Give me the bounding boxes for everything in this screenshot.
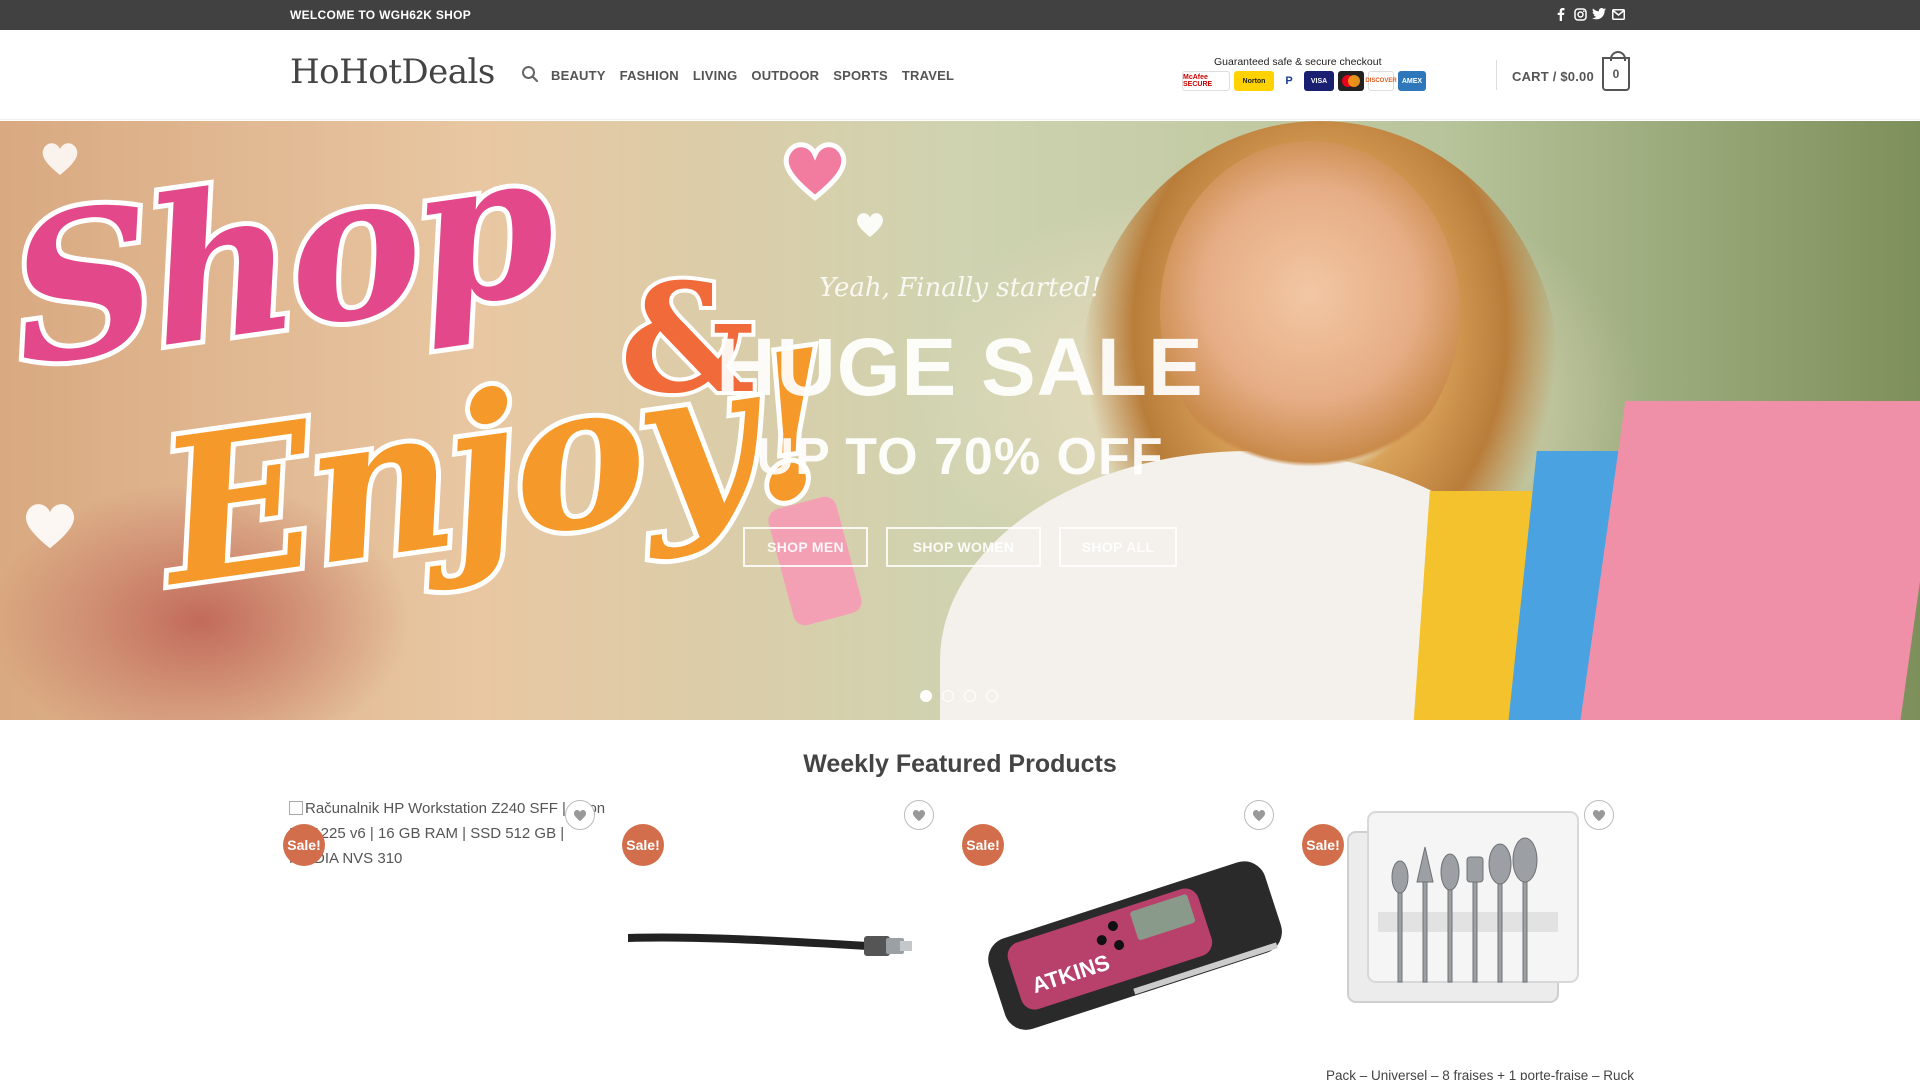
welcome-text: WELCOME TO WGH62K SHOP [290, 8, 472, 22]
mcafee-badge: McAfee SECURE [1182, 71, 1230, 91]
social-links [1554, 6, 1625, 22]
amex-icon: AMEX [1398, 71, 1426, 91]
nav-item-sports[interactable]: SPORTS [833, 68, 888, 83]
site-logo[interactable]: HoHotDeals [290, 52, 495, 92]
email-icon[interactable] [1611, 6, 1625, 22]
hero-slider[interactable]: Shop & Enjoy! Yeah, Finally started! HUG… [0, 121, 1920, 720]
hero-button-group: SHOP MEN SHOP WOMEN SHOP ALL [743, 527, 1177, 567]
mastercard-icon [1338, 71, 1364, 91]
nav-item-outdoor[interactable]: OUTDOOR [751, 68, 819, 83]
shop-women-button[interactable]: SHOP WOMEN [886, 527, 1041, 567]
product-card[interactable]: ATKINS Sale! [962, 790, 1288, 1080]
sale-badge: Sale! [962, 824, 1004, 866]
heart-icon [25, 504, 75, 549]
product-alt-text: Računalnik HP Workstation Z240 SFF | Xeo… [289, 800, 606, 867]
norton-badge: Norton [1234, 71, 1274, 91]
product-image-alt-text[interactable]: Računalnik HP Workstation Z240 SFF | Xeo… [289, 796, 609, 871]
product-image-burr-set[interactable] [1338, 802, 1598, 1012]
hero-tagline: Yeah, Finally started! [819, 273, 1101, 303]
search-icon[interactable] [521, 65, 539, 83]
heart-icon [857, 213, 883, 237]
cart-count-icon[interactable]: 0 [1602, 51, 1630, 91]
product-image-thermometer[interactable]: ATKINS [968, 850, 1288, 1030]
discover-icon: DISCOVER [1365, 71, 1397, 91]
slider-dots [920, 690, 998, 702]
shop-men-button[interactable]: SHOP MEN [743, 527, 868, 567]
hero-title: HUGE SALE [716, 322, 1204, 413]
wishlist-heart-icon[interactable] [1584, 800, 1614, 830]
slider-dot-2[interactable] [942, 690, 954, 702]
nav-item-travel[interactable]: TRAVEL [902, 68, 954, 83]
product-card[interactable]: Sale! [622, 790, 948, 1080]
slider-dot-3[interactable] [964, 690, 976, 702]
product-card[interactable]: Računalnik HP Workstation Z240 SFF | Xeo… [283, 790, 609, 1080]
heart-icon [783, 142, 847, 201]
product-card[interactable]: Sale! Pack – Universel – 8 fraises + 1 p… [1302, 790, 1634, 1080]
visa-icon: VISA [1304, 71, 1334, 91]
main-header: HoHotDeals BEAUTY FASHION LIVING OUTDOOR… [0, 30, 1920, 120]
broken-image-icon [289, 801, 303, 815]
instagram-icon[interactable] [1573, 6, 1587, 22]
product-image-network-cable[interactable] [628, 850, 948, 1010]
slider-dot-4[interactable] [986, 690, 998, 702]
sale-badge: Sale! [283, 824, 325, 866]
payment-badge-row: McAfee SECURE Norton P VISA DISCOVER AME… [1182, 71, 1426, 91]
nav-item-beauty[interactable]: BEAUTY [551, 68, 606, 83]
facebook-icon[interactable] [1554, 6, 1568, 22]
product-name[interactable]: Pack – Universel – 8 fraises + 1 porte-f… [1326, 1068, 1636, 1080]
shop-all-button[interactable]: SHOP ALL [1059, 527, 1177, 567]
paypal-icon: P [1278, 71, 1300, 91]
featured-section-title: Weekly Featured Products [803, 750, 1117, 778]
wishlist-heart-icon[interactable] [565, 800, 595, 830]
secure-checkout-caption: Guaranteed safe & secure checkout [1214, 56, 1382, 68]
sale-badge: Sale! [1302, 824, 1344, 866]
secure-checkout-badges: Guaranteed safe & secure checkout McAfee… [1180, 56, 1426, 96]
hero-subtitle: UP TO 70% OFF [756, 428, 1164, 486]
sale-badge: Sale! [622, 824, 664, 866]
twitter-icon[interactable] [1592, 6, 1606, 22]
top-bar: WELCOME TO WGH62K SHOP [0, 0, 1920, 30]
wishlist-heart-icon[interactable] [1244, 800, 1274, 830]
header-divider [1496, 60, 1497, 90]
nav-item-living[interactable]: LIVING [693, 68, 738, 83]
main-nav: BEAUTY FASHION LIVING OUTDOOR SPORTS TRA… [551, 68, 968, 83]
slider-dot-1[interactable] [920, 690, 932, 702]
cart-link[interactable]: CART / $0.00 [1512, 69, 1594, 84]
wishlist-heart-icon[interactable] [904, 800, 934, 830]
nav-item-fashion[interactable]: FASHION [620, 68, 679, 83]
